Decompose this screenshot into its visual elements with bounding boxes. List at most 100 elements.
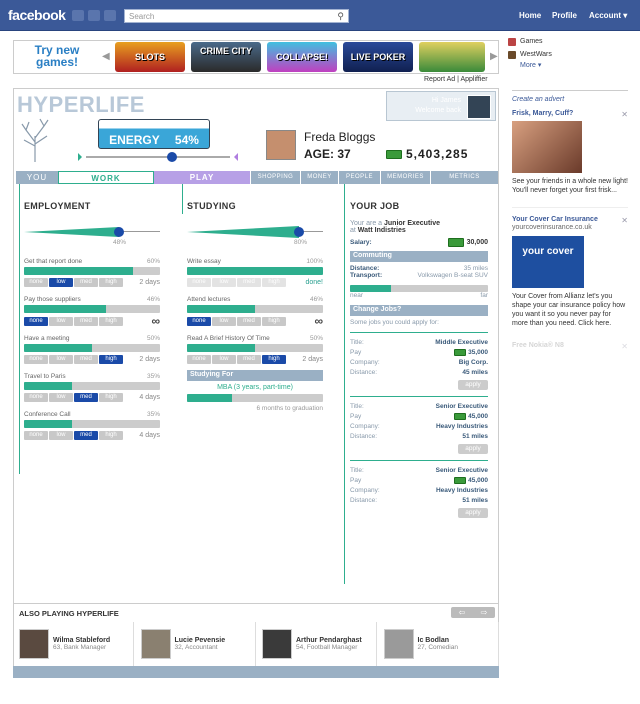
priority-option-med[interactable]: med xyxy=(237,355,261,364)
ad-logo[interactable]: your cover xyxy=(512,236,584,288)
friend-avatar[interactable] xyxy=(19,629,49,659)
priority-option-none[interactable]: none xyxy=(187,355,211,364)
priority-option-none[interactable]: none xyxy=(24,316,48,326)
game-tile-slots-2[interactable] xyxy=(419,42,485,72)
banner-prev-icon[interactable]: ◀ xyxy=(102,51,110,62)
priority-option-none[interactable]: none xyxy=(24,278,48,287)
tab-shopping[interactable]: SHOPPING xyxy=(250,171,300,184)
tab-play[interactable]: PLAY xyxy=(154,171,250,184)
money-icon xyxy=(454,412,467,420)
priority-option-low[interactable]: low xyxy=(49,355,73,364)
priority-option-med[interactable]: med xyxy=(74,316,98,326)
studying-slider[interactable] xyxy=(187,225,323,239)
report-ad-link[interactable]: Report Ad | Appliffier xyxy=(424,76,488,83)
priority-option-med[interactable]: med xyxy=(74,393,98,402)
priority-option-high[interactable]: high xyxy=(262,355,286,364)
task-progress-fill xyxy=(187,305,255,313)
try-new-games-label[interactable]: Try new games! xyxy=(18,44,96,70)
app-link-westwars[interactable]: WestWars xyxy=(508,48,640,61)
employment-slider-handle[interactable] xyxy=(114,227,124,237)
apply-button[interactable]: apply xyxy=(458,444,488,454)
account-link[interactable]: Account ▾ xyxy=(589,11,627,20)
create-advert-link[interactable]: Create an advert xyxy=(512,96,628,103)
ad-image[interactable] xyxy=(512,121,582,173)
search-input[interactable]: Search ⚲ xyxy=(124,9,349,23)
home-link[interactable]: Home xyxy=(519,11,541,20)
priority-option-none[interactable]: none xyxy=(24,431,48,440)
game-tile-collapse[interactable]: COLLAPSE! xyxy=(267,42,337,72)
friend-requests-icon[interactable] xyxy=(72,10,84,21)
next-arrow-icon[interactable]: ⇨ xyxy=(481,607,488,618)
game-tile-crime-city[interactable]: CRIME CITY xyxy=(191,42,261,72)
apply-button[interactable]: apply xyxy=(458,380,488,390)
friend-name[interactable]: Wilma Stableford xyxy=(53,637,110,644)
close-icon[interactable]: ✕ xyxy=(621,110,628,119)
job-position-line: Your are a Junior Executive xyxy=(350,220,488,227)
messages-icon[interactable] xyxy=(88,10,100,21)
friend-avatar[interactable] xyxy=(262,629,292,659)
ad-title[interactable]: Your Cover Car Insurance xyxy=(512,216,608,223)
priority-option-med[interactable]: med xyxy=(74,355,98,364)
priority-option-low[interactable]: low xyxy=(49,316,73,326)
priority-option-med[interactable]: med xyxy=(237,316,261,326)
priority-option-none[interactable]: none xyxy=(187,316,211,326)
priority-option-low[interactable]: low xyxy=(212,316,236,326)
offer-row: Title: Middle Executive xyxy=(350,337,488,347)
priority-option-low[interactable]: low xyxy=(212,278,236,287)
friend-card[interactable]: Lucie Pevensie 32, Accountant xyxy=(135,622,256,666)
friend-card[interactable]: Ic Bodlan 27, Comedian xyxy=(378,622,499,666)
apply-button[interactable]: apply xyxy=(458,508,488,518)
profile-link[interactable]: Profile xyxy=(552,11,577,20)
priority-option-med[interactable]: med xyxy=(237,278,261,287)
tab-people[interactable]: PEOPLE xyxy=(338,171,380,184)
work-connector-line xyxy=(182,184,183,214)
tab-work[interactable]: WORK xyxy=(58,171,154,184)
studying-slider-handle[interactable] xyxy=(294,227,304,237)
tab-metrics[interactable]: METRICS xyxy=(430,171,498,184)
priority-option-med[interactable]: med xyxy=(74,431,98,440)
facebook-logo[interactable]: facebook xyxy=(8,7,66,23)
priority-option-none[interactable]: none xyxy=(24,355,48,364)
friend-name[interactable]: Arthur Pendarghast xyxy=(296,637,362,644)
priority-option-none[interactable]: none xyxy=(187,278,211,287)
game-tile-live-poker[interactable]: LIVE POKER xyxy=(343,42,413,72)
ad-title[interactable]: Frisk, Marry, Cuff? xyxy=(512,110,628,117)
employment-slider[interactable] xyxy=(24,225,160,239)
notifications-icon[interactable] xyxy=(104,10,116,21)
friend-card[interactable]: Arthur Pendarghast 54, Football Manager xyxy=(256,622,377,666)
priority-option-high[interactable]: high xyxy=(99,431,123,440)
priority-option-high[interactable]: high xyxy=(262,316,286,326)
close-icon[interactable]: ✕ xyxy=(621,342,628,351)
money-icon xyxy=(447,238,464,247)
tab-memories[interactable]: MEMORIES xyxy=(380,171,430,184)
priority-option-low[interactable]: low xyxy=(49,431,73,440)
friend-avatar[interactable] xyxy=(140,629,171,659)
priority-option-low[interactable]: low xyxy=(212,355,236,364)
tab-money[interactable]: MONEY xyxy=(300,171,338,184)
app-link-games[interactable]: Games xyxy=(508,35,640,48)
banner-next-icon[interactable]: ▶ xyxy=(490,51,498,62)
ad-title[interactable]: Free Nokia® N8 xyxy=(512,342,628,349)
user-avatar[interactable] xyxy=(467,95,491,119)
prev-arrow-icon[interactable]: ⇦ xyxy=(459,607,466,618)
friend-name[interactable]: Ic Bodlan xyxy=(418,637,458,644)
search-icon[interactable]: ⚲ xyxy=(337,11,344,22)
priority-option-low[interactable]: low xyxy=(49,393,73,402)
close-icon[interactable]: ✕ xyxy=(621,216,628,225)
energy-slider-handle[interactable] xyxy=(167,152,177,162)
priority-option-high[interactable]: high xyxy=(262,278,286,287)
game-tile-slots[interactable]: SLOTS xyxy=(115,42,185,72)
priority-option-low[interactable]: low xyxy=(49,278,73,287)
priority-option-none[interactable]: none xyxy=(24,393,48,402)
tab-you[interactable]: YOU xyxy=(16,171,58,184)
friend-avatar[interactable] xyxy=(383,629,414,659)
priority-option-high[interactable]: high xyxy=(99,355,123,364)
priority-option-high[interactable]: high xyxy=(99,278,123,287)
friend-name[interactable]: Lucie Pevensie xyxy=(175,637,226,644)
energy-slider[interactable] xyxy=(78,151,238,163)
priority-option-med[interactable]: med xyxy=(74,278,98,287)
more-link[interactable]: More ▾ xyxy=(520,61,640,69)
priority-option-high[interactable]: high xyxy=(99,393,123,402)
friend-card[interactable]: Wilma Stableford 63, Bank Manager xyxy=(13,622,134,666)
priority-option-high[interactable]: high xyxy=(99,316,123,326)
